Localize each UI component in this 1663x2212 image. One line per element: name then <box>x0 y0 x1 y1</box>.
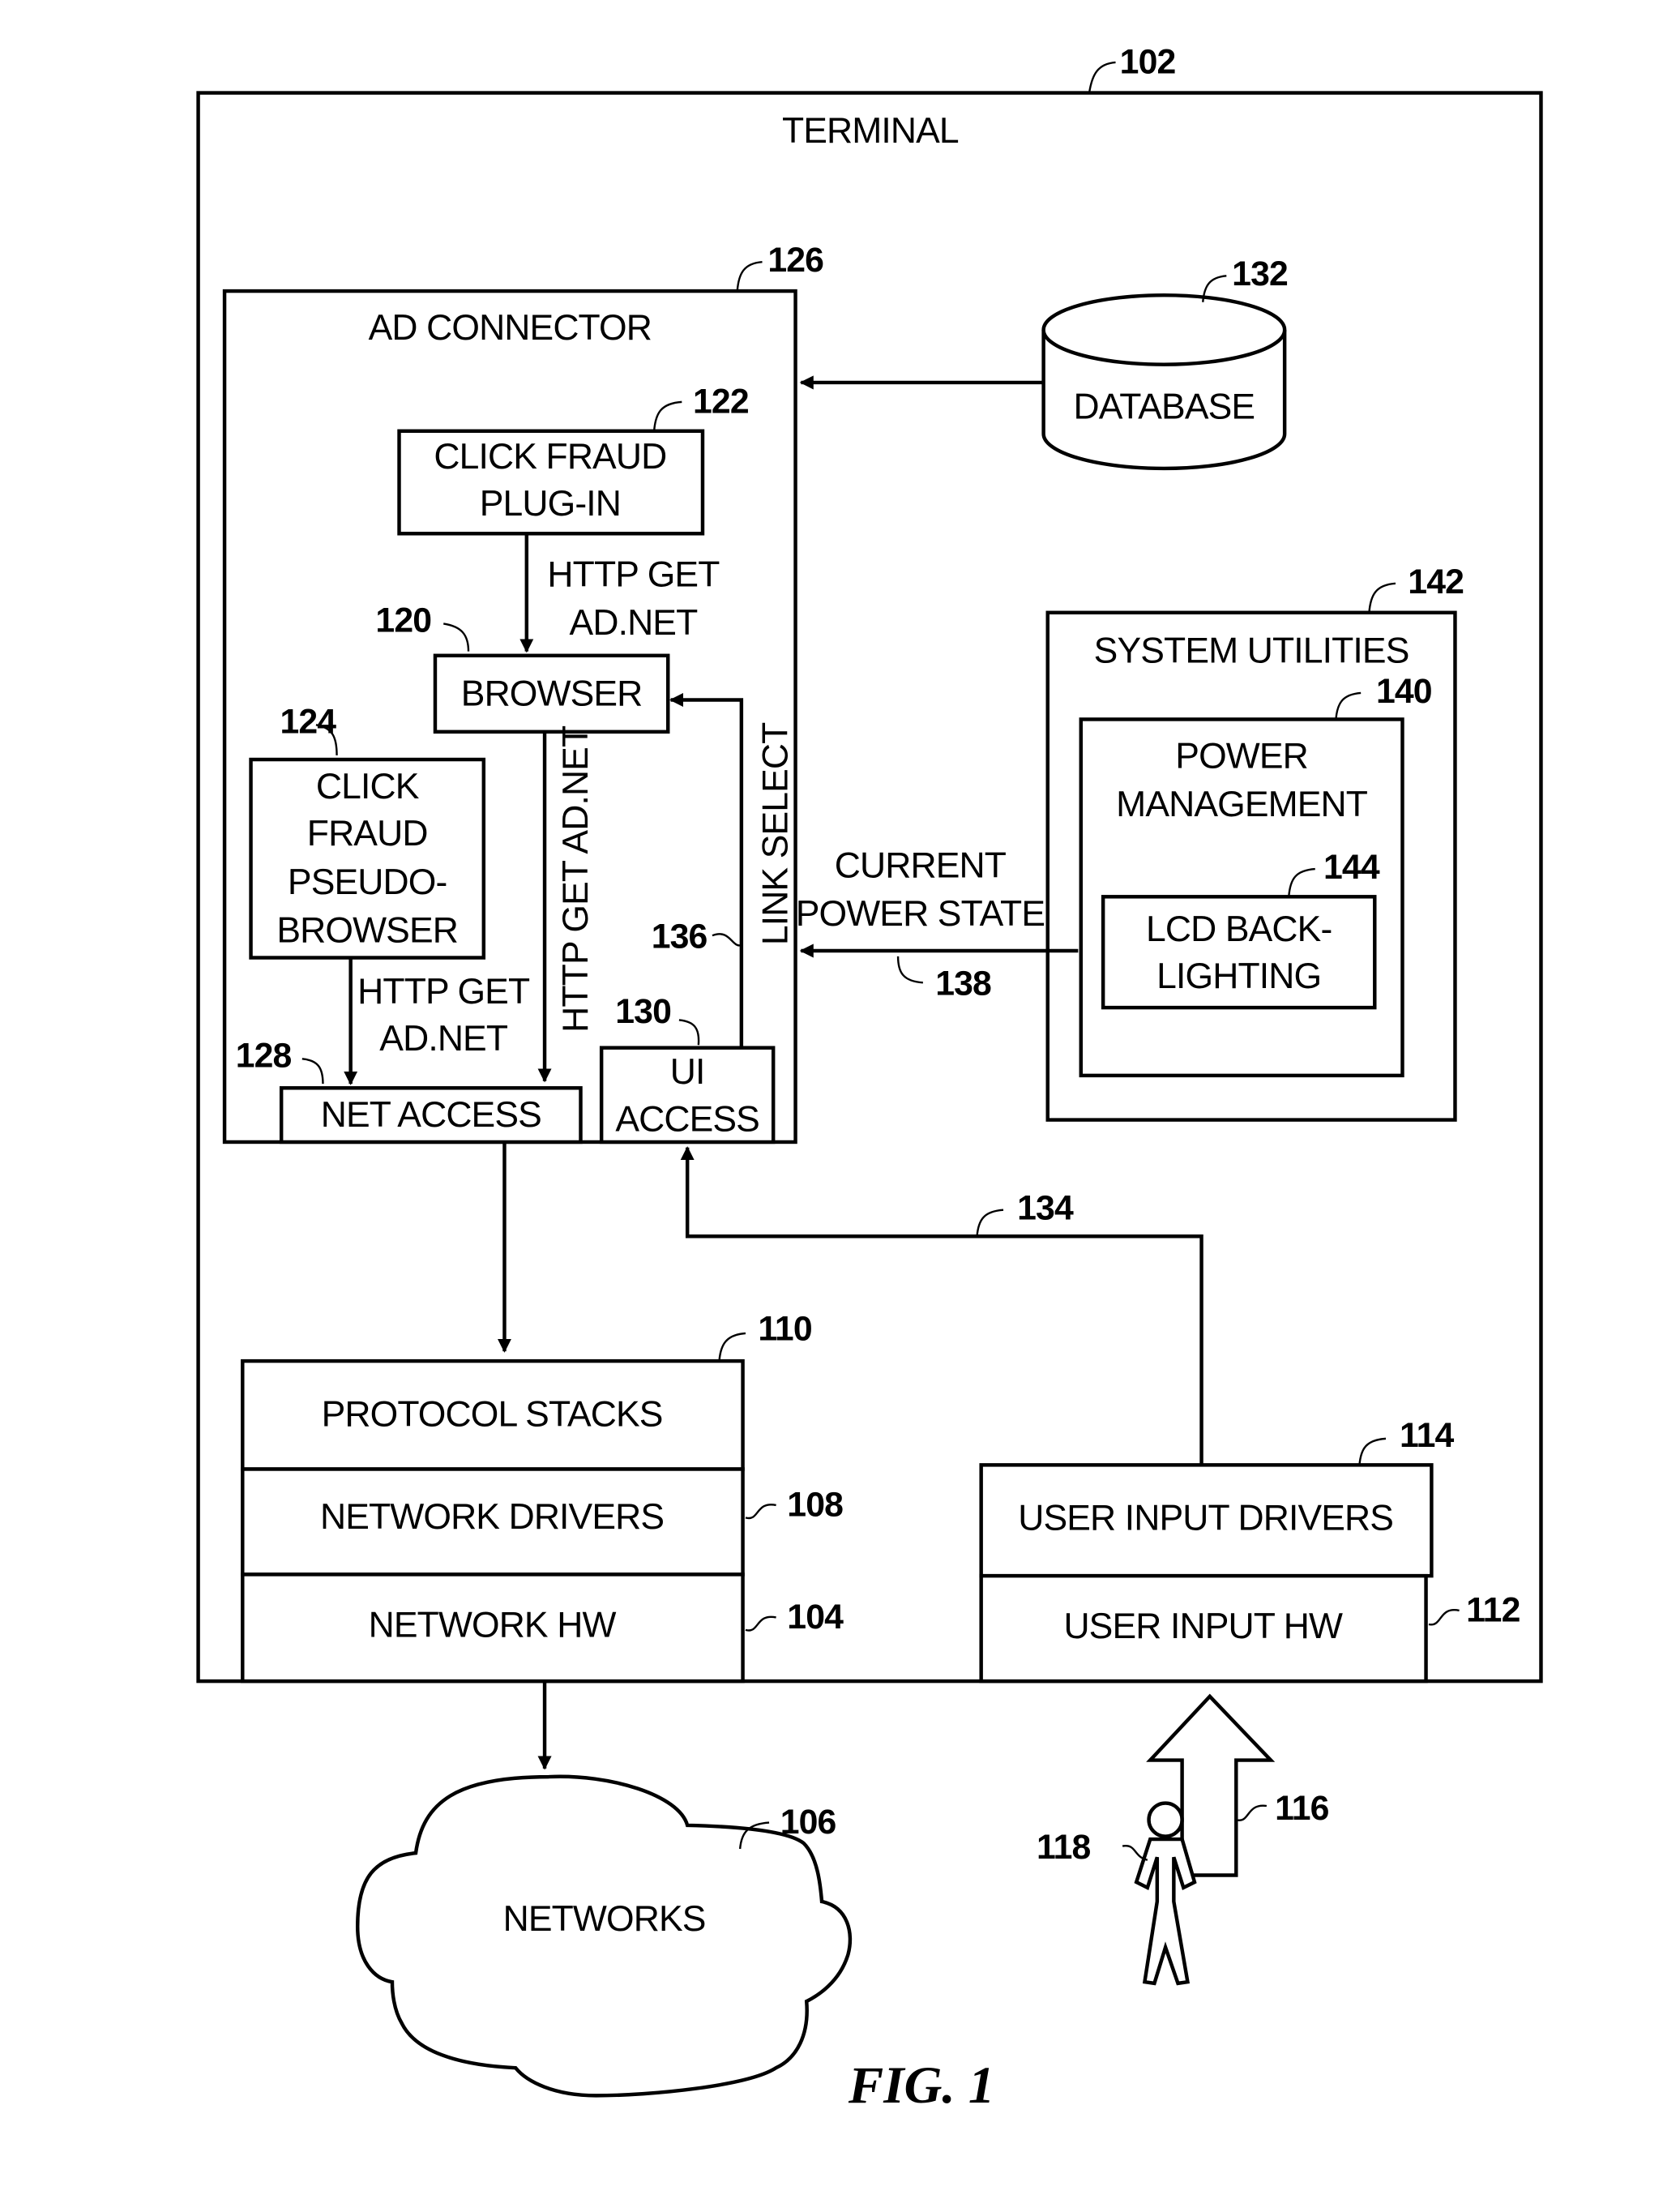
ref-134: 134 <box>1017 1189 1074 1228</box>
plugin-arrow-label-1: HTTP GET <box>547 554 720 594</box>
pseudo-arrow-label-1: HTTP GET <box>357 972 530 1012</box>
network-drivers-label: NETWORK DRIVERS <box>320 1497 664 1537</box>
browser-label: BROWSER <box>461 674 643 713</box>
protocol-stacks-label: PROTOCOL STACKS <box>322 1394 663 1434</box>
link-select-label: LINK SELECT <box>755 722 795 945</box>
plugin-label-line1: CLICK FRAUD <box>434 437 666 477</box>
networks-cloud: NETWORKS 106 <box>355 1774 853 2098</box>
terminal-label: TERMINAL <box>782 111 959 151</box>
ref-138: 138 <box>935 965 991 1003</box>
pseudo-label-2: FRAUD <box>307 814 428 854</box>
ref-118: 118 <box>1037 1828 1090 1867</box>
pseudo-label-4: BROWSER <box>276 911 458 951</box>
ref-132: 132 <box>1232 255 1288 293</box>
plugin-arrow-label-2: AD.NET <box>570 603 699 643</box>
power-management-label-2: MANAGEMENT <box>1116 785 1368 824</box>
ui-access-label-1: UI <box>670 1052 705 1092</box>
net-access-label: NET ACCESS <box>321 1095 541 1135</box>
ref-112: 112 <box>1466 1591 1520 1630</box>
database-label: DATABASE <box>1074 387 1255 426</box>
system-utilities-label: SYSTEM UTILITIES <box>1094 631 1409 670</box>
ref-124: 124 <box>280 703 336 742</box>
ref-120: 120 <box>375 601 431 640</box>
power-state-label-1: CURRENT <box>835 845 1007 885</box>
patent-figure: TERMINAL 102 AD CONNECTOR 126 CLICK FRAU… <box>196 43 1543 2115</box>
power-state-label-2: POWER STATE <box>796 894 1045 934</box>
user-figure-icon: 118 <box>1037 1801 1197 1986</box>
ref-114: 114 <box>1400 1416 1454 1455</box>
figure-caption: FIG. 1 <box>848 2056 995 2115</box>
plugin-label-line2: PLUG-IN <box>480 484 621 524</box>
ref-142: 142 <box>1408 563 1464 601</box>
ref-110: 110 <box>758 1309 811 1348</box>
ref-122: 122 <box>693 383 749 421</box>
pseudo-arrow-label-2: AD.NET <box>379 1019 508 1059</box>
ref-126: 126 <box>767 241 823 280</box>
ref-106: 106 <box>780 1803 836 1842</box>
network-hw-label: NETWORK HW <box>369 1605 617 1645</box>
user-input-hw-label: USER INPUT HW <box>1063 1607 1342 1646</box>
user-input-drivers-label: USER INPUT DRIVERS <box>1018 1499 1393 1538</box>
browser-arrow-label: HTTP GET AD.NET <box>556 725 596 1033</box>
ref-102: 102 <box>1120 43 1176 82</box>
ad-connector-label: AD CONNECTOR <box>369 308 652 348</box>
ref-140: 140 <box>1376 672 1432 711</box>
networks-label: NETWORKS <box>503 1899 706 1939</box>
ui-access-label-2: ACCESS <box>615 1099 759 1139</box>
ref-104: 104 <box>787 1598 844 1637</box>
lcd-label-1: LCD BACK- <box>1146 909 1332 949</box>
ref-144: 144 <box>1323 848 1380 887</box>
ref-116: 116 <box>1275 1789 1328 1828</box>
pseudo-label-3: PSEUDO- <box>288 862 447 902</box>
pseudo-label-1: CLICK <box>316 767 420 807</box>
ref-108: 108 <box>787 1486 843 1525</box>
lcd-label-2: LIGHTING <box>1156 956 1321 996</box>
ref-130: 130 <box>615 992 671 1031</box>
power-management-label-1: POWER <box>1175 736 1308 776</box>
ref-128: 128 <box>236 1037 292 1076</box>
ref-136: 136 <box>652 918 708 956</box>
power-management-box: POWER MANAGEMENT 140 <box>1079 672 1433 1078</box>
